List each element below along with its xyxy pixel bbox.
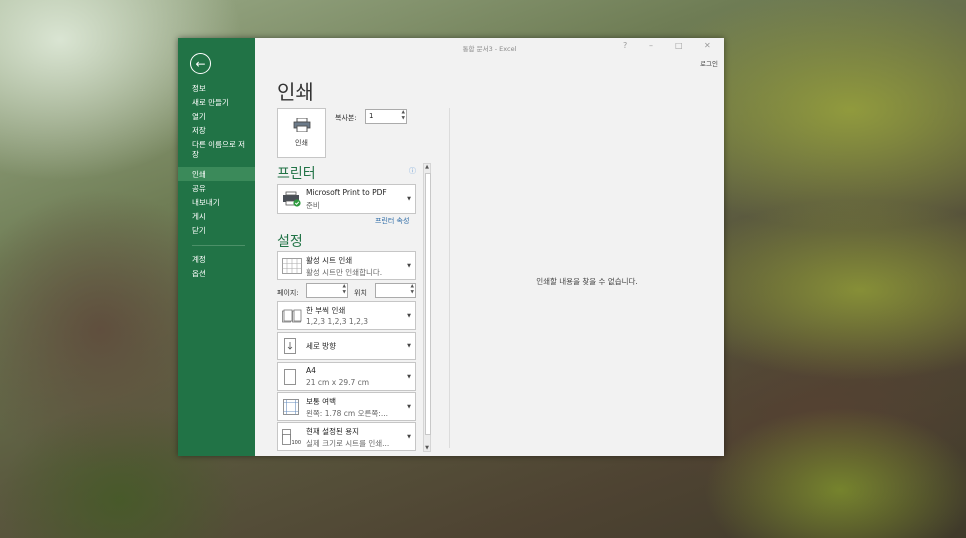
print-button-label: 인쇄 — [295, 139, 308, 147]
orientation-title: 세로 방향 — [306, 341, 336, 351]
printer-status: 준비 — [306, 201, 320, 210]
print-button[interactable]: 인쇄 — [277, 108, 326, 158]
stepper-arrows-icon[interactable]: ▲ ▼ — [402, 110, 405, 122]
print-what-title: 활성 시트 인쇄 — [306, 256, 353, 265]
excel-window: ← 정보 새로 만들기 열기 저장 다른 이름으로 저장 인쇄 공유 내보내기 … — [178, 38, 724, 456]
back-arrow-icon[interactable]: ← — [190, 53, 211, 74]
copies-stepper[interactable]: 1 ▲ ▼ — [365, 109, 407, 124]
preview-empty-message: 인쇄할 내용을 찾을 수 없습니다. — [536, 277, 638, 286]
minimize-icon[interactable]: – — [649, 41, 653, 50]
sidebar-item-open[interactable]: 열기 — [178, 109, 255, 123]
scroll-thumb[interactable] — [425, 173, 431, 435]
collate-sub: 1,2,3 1,2,3 1,2,3 — [306, 317, 369, 326]
margins-dropdown[interactable]: 보통 여백 왼쪽: 1.78 cm 오른쪽:... ▼ — [277, 392, 416, 421]
pages-to-input[interactable]: ▲ ▼ — [375, 283, 416, 298]
sheet-grid-icon — [282, 257, 302, 274]
paper-size-icon — [284, 368, 296, 385]
chevron-down-icon: ▼ — [407, 403, 411, 410]
print-what-sub: 활성 시트만 인쇄합니다. — [306, 268, 383, 277]
orientation-dropdown[interactable]: 세로 방향 ▼ — [277, 332, 416, 360]
sidebar-divider — [192, 245, 245, 246]
margins-icon — [283, 398, 299, 415]
chevron-down-icon: ▼ — [407, 433, 411, 440]
backstage-nav: 정보 새로 만들기 열기 저장 다른 이름으로 저장 인쇄 공유 내보내기 게시… — [178, 81, 255, 280]
chevron-down-icon: ▼ — [407, 312, 411, 319]
info-icon[interactable]: ⓘ — [409, 166, 416, 176]
sidebar-item-publish[interactable]: 게시 — [178, 209, 255, 223]
settings-scrollbar[interactable]: ▲ ▼ — [423, 163, 431, 452]
sidebar-item-share[interactable]: 공유 — [178, 181, 255, 195]
paper-size-sub: 21 cm x 29.7 cm — [306, 378, 370, 387]
settings-heading: 설정 — [277, 234, 303, 250]
svg-text:100: 100 — [292, 440, 302, 445]
sidebar-item-print[interactable]: 인쇄 — [178, 167, 255, 181]
sidebar-item-export[interactable]: 내보내기 — [178, 195, 255, 209]
title-bar: 통합 문서3 - Excel ? – □ ✕ — [255, 38, 724, 56]
chevron-down-icon: ▼ — [407, 262, 411, 269]
print-what-dropdown[interactable]: 활성 시트 인쇄 활성 시트만 인쇄합니다. ▼ — [277, 251, 416, 280]
page-title: 인쇄 — [277, 80, 314, 104]
printer-heading: 프린터 — [277, 166, 316, 182]
chevron-down-icon: ▼ — [407, 373, 411, 380]
window-title: 통합 문서3 - Excel — [462, 45, 517, 53]
printer-name: Microsoft Print to PDF — [306, 188, 387, 197]
printer-properties-link[interactable]: 프린터 속성 — [375, 216, 409, 226]
margins-sub: 왼쪽: 1.78 cm 오른쪽:... — [306, 409, 388, 418]
copies-label: 복사본: — [335, 114, 357, 122]
collate-dropdown[interactable]: 한 부씩 인쇄 1,2,3 1,2,3 1,2,3 ▼ — [277, 301, 416, 330]
chevron-down-icon: ▼ — [407, 196, 411, 202]
scroll-down-icon[interactable]: ▼ — [424, 445, 430, 451]
pages-to-label: 위치 — [354, 289, 367, 297]
copies-value: 1 — [369, 112, 374, 120]
scroll-up-icon[interactable]: ▲ — [424, 164, 430, 170]
sidebar-item-save[interactable]: 저장 — [178, 123, 255, 137]
collate-title: 한 부씩 인쇄 — [306, 306, 346, 315]
pages-label: 페이지: — [277, 289, 299, 297]
sidebar-item-new[interactable]: 새로 만들기 — [178, 95, 255, 109]
maximize-icon[interactable]: □ — [675, 41, 683, 50]
portrait-page-icon — [284, 338, 296, 354]
paper-size-dropdown[interactable]: A4 21 cm x 29.7 cm ▼ — [277, 362, 416, 391]
stepper-arrows-icon[interactable]: ▲ ▼ — [411, 284, 414, 296]
stepper-arrows-icon[interactable]: ▲ ▼ — [343, 284, 346, 296]
scaling-icon: 100 — [282, 428, 302, 445]
sidebar-item-close[interactable]: 닫기 — [178, 223, 255, 237]
scaling-dropdown[interactable]: 100 현재 설정된 용지 실제 크기로 시트를 인쇄... ▼ — [277, 422, 416, 451]
scaling-title: 현재 설정된 용지 — [306, 427, 360, 436]
chevron-down-icon: ▼ — [407, 343, 411, 349]
login-link[interactable]: 로그인 — [700, 58, 718, 68]
close-icon[interactable]: ✕ — [704, 41, 711, 50]
printer-icon — [293, 118, 311, 132]
sidebar-item-account[interactable]: 계정 — [178, 252, 255, 266]
sidebar-item-info[interactable]: 정보 — [178, 81, 255, 95]
collate-icon — [282, 309, 302, 322]
margins-title: 보통 여백 — [306, 397, 336, 406]
paper-size-title: A4 — [306, 366, 316, 375]
printer-dropdown[interactable]: Microsoft Print to PDF 준비 ▼ — [277, 184, 416, 214]
printer-ready-icon — [283, 191, 301, 207]
backstage-sidebar: ← 정보 새로 만들기 열기 저장 다른 이름으로 저장 인쇄 공유 내보내기 … — [178, 38, 255, 456]
help-icon[interactable]: ? — [623, 41, 627, 50]
scaling-sub: 실제 크기로 시트를 인쇄... — [306, 439, 390, 448]
pages-from-input[interactable]: ▲ ▼ — [306, 283, 348, 298]
sidebar-item-save-as[interactable]: 다른 이름으로 저장 — [178, 137, 255, 167]
sidebar-item-options[interactable]: 옵션 — [178, 266, 255, 280]
